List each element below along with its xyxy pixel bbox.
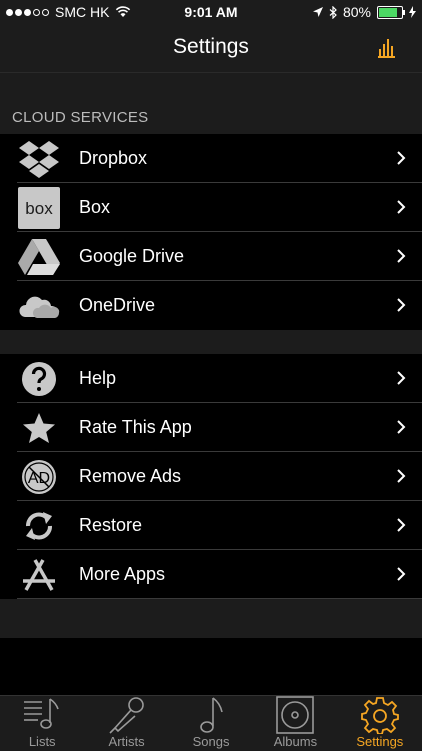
dropbox-icon <box>19 140 59 178</box>
equalizer-icon[interactable] <box>378 36 396 58</box>
settings-row-label: Rate This App <box>79 417 192 437</box>
settings-row-label: Box <box>79 197 111 217</box>
charging-bolt-icon <box>409 6 416 18</box>
settings-row-label: Help <box>79 368 117 388</box>
misc-settings-group: Help Rate This App AD Remove Ads Restore… <box>0 354 422 599</box>
cloud-services-group: Dropbox box Box Google Drive OneDrive <box>0 134 422 330</box>
chevron-right-icon <box>397 371 406 385</box>
chevron-right-icon <box>397 249 406 263</box>
settings-row-remove-ads[interactable]: AD Remove Ads <box>0 452 422 501</box>
tab-bar: Lists Artists Songs Albums Settings <box>0 695 422 751</box>
tab-songs[interactable]: Songs <box>169 696 253 751</box>
star-icon <box>23 412 55 443</box>
tab-lists[interactable]: Lists <box>0 696 84 751</box>
chevron-right-icon <box>397 420 406 434</box>
status-bar: SMC HK 9:01 AM 80% <box>0 0 422 24</box>
box-icon: box <box>18 186 60 229</box>
restore-icon <box>26 511 52 540</box>
settings-row-dropbox[interactable]: Dropbox <box>0 134 422 183</box>
battery-percent: 80% <box>342 4 371 20</box>
album-icon <box>276 696 315 734</box>
tab-label: Settings <box>356 734 404 749</box>
gear-icon <box>360 697 399 734</box>
bottom-filler <box>0 638 422 695</box>
settings-row-google-drive[interactable]: Google Drive <box>0 232 422 281</box>
tab-label: Artists <box>108 734 145 749</box>
settings-row-more-apps[interactable]: More Apps <box>0 550 422 599</box>
settings-row-label: Google Drive <box>79 246 185 266</box>
battery-icon <box>377 5 405 19</box>
settings-row-label: Dropbox <box>79 148 148 168</box>
section-header-cloud-services: CLOUD SERVICES <box>12 109 149 126</box>
tab-artists[interactable]: Artists <box>84 696 168 751</box>
settings-content[interactable]: CLOUD SERVICES Dropbox box Box Google Dr… <box>0 73 422 695</box>
onedrive-icon <box>19 296 60 318</box>
settings-row-rate-this-app[interactable]: Rate This App <box>0 403 422 452</box>
settings-row-label: Restore <box>79 515 143 535</box>
location-icon <box>312 7 323 17</box>
chevron-right-icon <box>397 469 406 483</box>
tab-label: Lists <box>28 734 56 749</box>
settings-row-label: OneDrive <box>79 295 156 315</box>
microphone-icon <box>109 697 144 734</box>
music-note-icon <box>200 697 223 733</box>
settings-row-label: More Apps <box>79 564 166 584</box>
settings-row-label: Remove Ads <box>79 466 182 486</box>
status-right: 80% <box>312 4 416 20</box>
box-icon-text: box <box>25 199 53 218</box>
tab-settings[interactable]: Settings <box>338 696 422 751</box>
tab-label: Albums <box>273 734 318 749</box>
chevron-right-icon <box>397 151 406 165</box>
tab-label: Songs <box>192 734 230 749</box>
page-title: Settings <box>173 35 249 58</box>
remove-ads-icon: AD <box>22 459 56 494</box>
settings-row-restore[interactable]: Restore <box>0 501 422 550</box>
chevron-right-icon <box>397 518 406 532</box>
chevron-right-icon <box>397 298 406 312</box>
settings-row-box[interactable]: box Box <box>0 183 422 232</box>
tab-albums[interactable]: Albums <box>253 696 337 751</box>
app-store-icon <box>23 558 55 591</box>
google-drive-icon <box>18 238 60 275</box>
chevron-right-icon <box>397 200 406 214</box>
chevron-right-icon <box>397 567 406 581</box>
help-icon <box>22 361 56 396</box>
navigation-bar: Settings <box>0 24 422 73</box>
bluetooth-icon <box>329 5 337 19</box>
settings-row-onedrive[interactable]: OneDrive <box>0 281 422 330</box>
lists-icon <box>24 698 59 729</box>
settings-row-help[interactable]: Help <box>0 354 422 403</box>
